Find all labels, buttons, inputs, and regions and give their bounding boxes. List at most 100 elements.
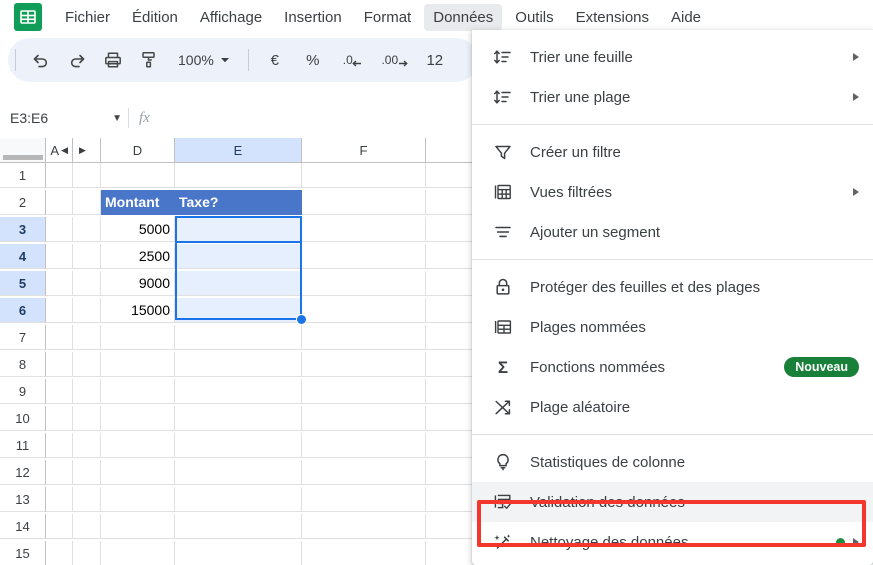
cell-d3[interactable]: 5000 [101,217,175,242]
menu-outils[interactable]: Outils [506,4,562,31]
menu-item-plages-nommees[interactable]: Plages nommées [472,307,873,347]
cell-empty[interactable] [175,406,302,431]
cell-empty[interactable] [73,460,101,485]
collapse-left-arrow-icon[interactable]: ◀ [61,145,68,155]
sheets-logo-icon[interactable] [14,3,42,31]
cell-empty[interactable] [302,352,426,377]
menu-item-ajouter-un-segment[interactable]: Ajouter un segment [472,212,873,252]
cell-empty[interactable] [302,217,426,242]
cell-e5[interactable] [175,271,302,296]
name-box-chevron-down-icon[interactable]: ▼ [112,113,128,124]
cell-empty[interactable] [101,163,175,188]
menu-item-nettoyage-des-donnees[interactable]: Nettoyage des données [472,522,873,562]
cell-empty[interactable] [73,487,101,512]
cell-empty[interactable] [101,379,175,404]
cell-empty[interactable] [101,352,175,377]
cell-empty[interactable] [73,514,101,539]
cell-empty[interactable] [46,487,73,512]
cell-d6[interactable]: 15000 [101,298,175,323]
redo-icon[interactable] [62,45,92,75]
increase-decimal-button[interactable]: .00 [377,45,413,75]
zoom-level-dropdown[interactable]: 100% [171,46,237,74]
cell-empty[interactable] [73,244,101,269]
menu-item-vues-filtrees[interactable]: Vues filtrées [472,172,873,212]
cell-empty[interactable] [73,541,101,565]
cell-empty[interactable] [175,541,302,565]
cell-empty[interactable] [302,298,426,323]
cell-empty[interactable] [302,163,426,188]
cell-e2[interactable]: Taxe? [175,190,302,215]
menu-item-plage-aleatoire[interactable]: Plage aléatoire [472,387,873,427]
cell-empty[interactable] [101,487,175,512]
menu-affichage[interactable]: Affichage [191,4,271,31]
fill-handle[interactable] [296,314,307,325]
cell-empty[interactable] [175,325,302,350]
menu-item-validation-des-donnees[interactable]: Validation des données [472,482,873,522]
cell-empty[interactable] [46,325,73,350]
percent-format-button[interactable]: % [297,52,329,69]
cell-empty[interactable] [302,541,426,565]
cell-empty[interactable] [302,487,426,512]
cell-empty[interactable] [101,460,175,485]
row-header-13[interactable]: 13 [0,487,46,512]
menu-item-creer-un-filtre[interactable]: Créer un filtre [472,132,873,172]
row-header-9[interactable]: 9 [0,379,46,404]
cell-empty[interactable] [302,244,426,269]
row-header-15[interactable]: 15 [0,541,46,565]
paint-format-icon[interactable] [134,45,164,75]
cell-empty[interactable] [73,325,101,350]
menu-format[interactable]: Format [355,4,421,31]
cell-empty[interactable] [175,352,302,377]
undo-icon[interactable] [26,45,56,75]
cell-empty[interactable] [73,352,101,377]
cell-e3[interactable] [175,217,302,242]
name-box-value[interactable]: E3:E6 [10,110,112,126]
select-all-corner[interactable] [0,138,46,163]
cell-empty[interactable] [175,487,302,512]
cell-empty[interactable] [46,352,73,377]
cell-empty[interactable] [73,379,101,404]
menu-item-proteger-des-feuilles-et-des-plages[interactable]: Protéger des feuilles et des plages [472,267,873,307]
decrease-decimal-button[interactable]: .0 [335,45,371,75]
currency-format-button[interactable]: € [259,52,291,69]
cell-empty[interactable] [101,433,175,458]
cell-empty[interactable] [101,541,175,565]
menu-fichier[interactable]: Fichier [56,4,119,31]
cell-d4[interactable]: 2500 [101,244,175,269]
cell-empty[interactable] [302,460,426,485]
row-header-14[interactable]: 14 [0,514,46,539]
row-header-6[interactable]: 6 [0,298,46,323]
row-header-10[interactable]: 10 [0,406,46,431]
menu-donnes[interactable]: Données [424,3,503,31]
row-header-2[interactable]: 2 [0,190,46,215]
menu-item-trier-une-feuille[interactable]: Trier une feuille [472,37,873,77]
cell-empty[interactable] [46,190,73,215]
row-header-1[interactable]: 1 [0,163,46,188]
cell-empty[interactable] [302,433,426,458]
cell-empty[interactable] [73,163,101,188]
column-header-group[interactable]: ▶ [73,138,101,163]
cell-empty[interactable] [46,406,73,431]
name-box[interactable]: E3:E6 ▼ [10,105,128,131]
cell-empty[interactable] [302,406,426,431]
cell-empty[interactable] [46,460,73,485]
row-header-4[interactable]: 4 [0,244,46,269]
cell-empty[interactable] [46,298,73,323]
data-menu-dropdown[interactable]: Trier une feuille Trier une plage Créer un… [472,30,873,565]
cell-empty[interactable] [175,514,302,539]
cell-empty[interactable] [46,541,73,565]
cell-empty[interactable] [73,406,101,431]
column-header-D[interactable]: D [101,138,175,163]
cell-empty[interactable] [175,433,302,458]
cell-empty[interactable] [73,298,101,323]
row-header-7[interactable]: 7 [0,325,46,350]
cell-e6[interactable] [175,298,302,323]
row-header-3[interactable]: 3 [0,217,46,242]
menu-item-fonctions-nommees[interactable]: Σ Fonctions nommées Nouveau [472,347,873,387]
cell-empty[interactable] [302,325,426,350]
cell-empty[interactable] [46,244,73,269]
menu-insertion[interactable]: Insertion [275,4,351,31]
column-header-F[interactable]: F [302,138,426,163]
menu-extensions[interactable]: Extensions [567,4,658,31]
cell-empty[interactable] [302,379,426,404]
